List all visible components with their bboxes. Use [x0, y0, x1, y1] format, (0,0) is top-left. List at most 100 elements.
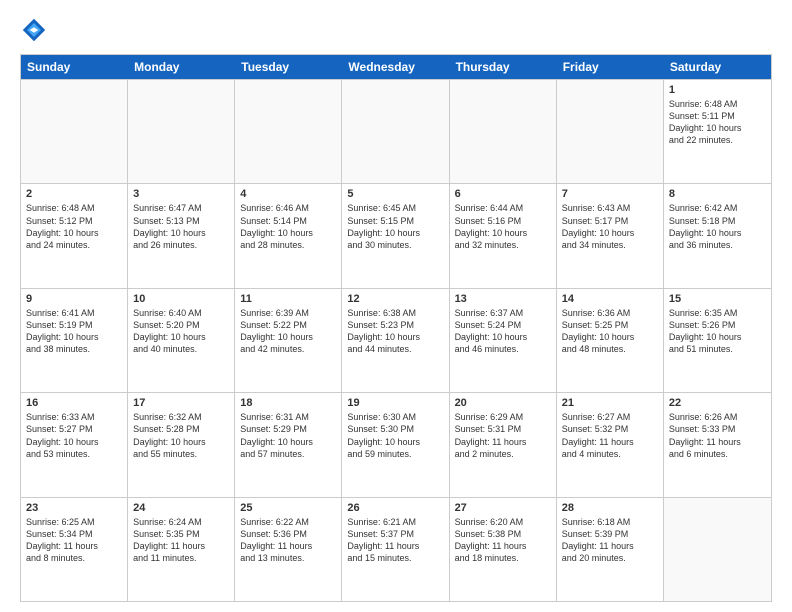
day-number-8: 8	[669, 188, 766, 200]
day-number-22: 22	[669, 397, 766, 409]
day-info-14: Sunrise: 6:36 AM Sunset: 5:25 PM Dayligh…	[562, 307, 658, 356]
week-row-2: 9Sunrise: 6:41 AM Sunset: 5:19 PM Daylig…	[21, 288, 771, 392]
day-number-17: 17	[133, 397, 229, 409]
cal-cell-w2-d4: 13 Sunrise: 6:37 AM Sunset: 5:24 PM Dayli…	[450, 289, 557, 392]
cal-cell-w0-d5	[557, 80, 664, 183]
day-info-28: Sunrise: 6:18 AM Sunset: 5:39 PM Dayligh…	[562, 516, 658, 565]
cal-cell-w4-d6	[664, 498, 771, 601]
day-number-24: 24	[133, 502, 229, 514]
cal-cell-w3-d0: 16 Sunrise: 6:33 AM Sunset: 5:27 PM Dayli…	[21, 393, 128, 496]
day-number-20: 20	[455, 397, 551, 409]
page: Sunday Monday Tuesday Wednesday Thursday…	[0, 0, 792, 612]
day-info-23: Sunrise: 6:25 AM Sunset: 5:34 PM Dayligh…	[26, 516, 122, 565]
day-info-7: Sunrise: 6:43 AM Sunset: 5:17 PM Dayligh…	[562, 202, 658, 251]
week-row-0: 1 Sunrise: 6:48 AM Sunset: 5:11 PM Daylig…	[21, 79, 771, 183]
cal-cell-w4-d0: 23 Sunrise: 6:25 AM Sunset: 5:34 PM Dayli…	[21, 498, 128, 601]
day-info-10: Sunrise: 6:40 AM Sunset: 5:20 PM Dayligh…	[133, 307, 229, 356]
cal-cell-w1-d4: 6 Sunrise: 6:44 AM Sunset: 5:16 PM Daylig…	[450, 184, 557, 287]
day-number-23: 23	[26, 502, 122, 514]
cal-cell-w2-d6: 15Sunrise: 6:35 AM Sunset: 5:26 PM Dayli…	[664, 289, 771, 392]
day-number-13: 13	[455, 293, 551, 305]
day-info-22: Sunrise: 6:26 AM Sunset: 5:33 PM Dayligh…	[669, 411, 766, 460]
day-number-16: 16	[26, 397, 122, 409]
logo-icon	[20, 16, 48, 44]
cal-cell-w1-d1: 3 Sunrise: 6:47 AM Sunset: 5:13 PM Daylig…	[128, 184, 235, 287]
header-monday: Monday	[128, 55, 235, 79]
calendar-body: 1 Sunrise: 6:48 AM Sunset: 5:11 PM Daylig…	[21, 79, 771, 601]
cal-cell-w3-d5: 21 Sunrise: 6:27 AM Sunset: 5:32 PM Dayli…	[557, 393, 664, 496]
header	[20, 16, 772, 44]
day-info-18: Sunrise: 6:31 AM Sunset: 5:29 PM Dayligh…	[240, 411, 336, 460]
day-number-6: 6	[455, 188, 551, 200]
cal-cell-w1-d0: 2 Sunrise: 6:48 AM Sunset: 5:12 PM Daylig…	[21, 184, 128, 287]
cal-cell-w3-d4: 20 Sunrise: 6:29 AM Sunset: 5:31 PM Dayli…	[450, 393, 557, 496]
cal-cell-w0-d6: 1 Sunrise: 6:48 AM Sunset: 5:11 PM Daylig…	[664, 80, 771, 183]
cal-cell-w4-d3: 26 Sunrise: 6:21 AM Sunset: 5:37 PM Dayli…	[342, 498, 449, 601]
day-info-13: Sunrise: 6:37 AM Sunset: 5:24 PM Dayligh…	[455, 307, 551, 356]
day-info-27: Sunrise: 6:20 AM Sunset: 5:38 PM Dayligh…	[455, 516, 551, 565]
day-number-28: 28	[562, 502, 658, 514]
day-info-5: Sunrise: 6:45 AM Sunset: 5:15 PM Dayligh…	[347, 202, 443, 251]
cal-cell-w3-d2: 18Sunrise: 6:31 AM Sunset: 5:29 PM Dayli…	[235, 393, 342, 496]
cal-cell-w0-d0	[21, 80, 128, 183]
cal-cell-w0-d2	[235, 80, 342, 183]
day-number-5: 5	[347, 188, 443, 200]
calendar: Sunday Monday Tuesday Wednesday Thursday…	[20, 54, 772, 602]
day-number-12: 12	[347, 293, 443, 305]
day-number-3: 3	[133, 188, 229, 200]
day-number-19: 19	[347, 397, 443, 409]
day-number-21: 21	[562, 397, 658, 409]
week-row-4: 23 Sunrise: 6:25 AM Sunset: 5:34 PM Dayli…	[21, 497, 771, 601]
day-info-20: Sunrise: 6:29 AM Sunset: 5:31 PM Dayligh…	[455, 411, 551, 460]
week-row-1: 2 Sunrise: 6:48 AM Sunset: 5:12 PM Daylig…	[21, 183, 771, 287]
header-wednesday: Wednesday	[342, 55, 449, 79]
day-number-26: 26	[347, 502, 443, 514]
header-tuesday: Tuesday	[235, 55, 342, 79]
cal-cell-w4-d2: 25Sunrise: 6:22 AM Sunset: 5:36 PM Dayli…	[235, 498, 342, 601]
day-info-8: Sunrise: 6:42 AM Sunset: 5:18 PM Dayligh…	[669, 202, 766, 251]
cal-cell-w2-d5: 14 Sunrise: 6:36 AM Sunset: 5:25 PM Dayli…	[557, 289, 664, 392]
day-number-11: 11	[240, 293, 336, 305]
cal-cell-w1-d5: 7Sunrise: 6:43 AM Sunset: 5:17 PM Daylig…	[557, 184, 664, 287]
day-info-19: Sunrise: 6:30 AM Sunset: 5:30 PM Dayligh…	[347, 411, 443, 460]
day-info-16: Sunrise: 6:33 AM Sunset: 5:27 PM Dayligh…	[26, 411, 122, 460]
cal-cell-w0-d1	[128, 80, 235, 183]
header-thursday: Thursday	[450, 55, 557, 79]
day-number-27: 27	[455, 502, 551, 514]
logo	[20, 16, 52, 44]
cal-cell-w1-d3: 5 Sunrise: 6:45 AM Sunset: 5:15 PM Daylig…	[342, 184, 449, 287]
day-number-14: 14	[562, 293, 658, 305]
cal-cell-w0-d3	[342, 80, 449, 183]
day-info-24: Sunrise: 6:24 AM Sunset: 5:35 PM Dayligh…	[133, 516, 229, 565]
cal-cell-w4-d4: 27 Sunrise: 6:20 AM Sunset: 5:38 PM Dayli…	[450, 498, 557, 601]
header-friday: Friday	[557, 55, 664, 79]
header-sunday: Sunday	[21, 55, 128, 79]
day-info-15: Sunrise: 6:35 AM Sunset: 5:26 PM Dayligh…	[669, 307, 766, 356]
day-info-12: Sunrise: 6:38 AM Sunset: 5:23 PM Dayligh…	[347, 307, 443, 356]
day-info-4: Sunrise: 6:46 AM Sunset: 5:14 PM Dayligh…	[240, 202, 336, 251]
header-saturday: Saturday	[664, 55, 771, 79]
day-info-3: Sunrise: 6:47 AM Sunset: 5:13 PM Dayligh…	[133, 202, 229, 251]
day-number-4: 4	[240, 188, 336, 200]
day-number-10: 10	[133, 293, 229, 305]
week-row-3: 16 Sunrise: 6:33 AM Sunset: 5:27 PM Dayli…	[21, 392, 771, 496]
day-number-1: 1	[669, 84, 766, 96]
cal-cell-w4-d1: 24 Sunrise: 6:24 AM Sunset: 5:35 PM Dayli…	[128, 498, 235, 601]
day-info-2: Sunrise: 6:48 AM Sunset: 5:12 PM Dayligh…	[26, 202, 122, 251]
day-info-17: Sunrise: 6:32 AM Sunset: 5:28 PM Dayligh…	[133, 411, 229, 460]
cal-cell-w2-d3: 12 Sunrise: 6:38 AM Sunset: 5:23 PM Dayli…	[342, 289, 449, 392]
calendar-header: Sunday Monday Tuesday Wednesday Thursday…	[21, 55, 771, 79]
cal-cell-w2-d2: 11Sunrise: 6:39 AM Sunset: 5:22 PM Dayli…	[235, 289, 342, 392]
day-info-21: Sunrise: 6:27 AM Sunset: 5:32 PM Dayligh…	[562, 411, 658, 460]
cal-cell-w1-d6: 8 Sunrise: 6:42 AM Sunset: 5:18 PM Daylig…	[664, 184, 771, 287]
day-number-2: 2	[26, 188, 122, 200]
day-info-26: Sunrise: 6:21 AM Sunset: 5:37 PM Dayligh…	[347, 516, 443, 565]
day-info-1: Sunrise: 6:48 AM Sunset: 5:11 PM Dayligh…	[669, 98, 766, 147]
day-info-6: Sunrise: 6:44 AM Sunset: 5:16 PM Dayligh…	[455, 202, 551, 251]
cal-cell-w3-d1: 17 Sunrise: 6:32 AM Sunset: 5:28 PM Dayli…	[128, 393, 235, 496]
cal-cell-w4-d5: 28 Sunrise: 6:18 AM Sunset: 5:39 PM Dayli…	[557, 498, 664, 601]
day-number-25: 25	[240, 502, 336, 514]
cal-cell-w0-d4	[450, 80, 557, 183]
day-info-9: Sunrise: 6:41 AM Sunset: 5:19 PM Dayligh…	[26, 307, 122, 356]
cal-cell-w2-d0: 9Sunrise: 6:41 AM Sunset: 5:19 PM Daylig…	[21, 289, 128, 392]
